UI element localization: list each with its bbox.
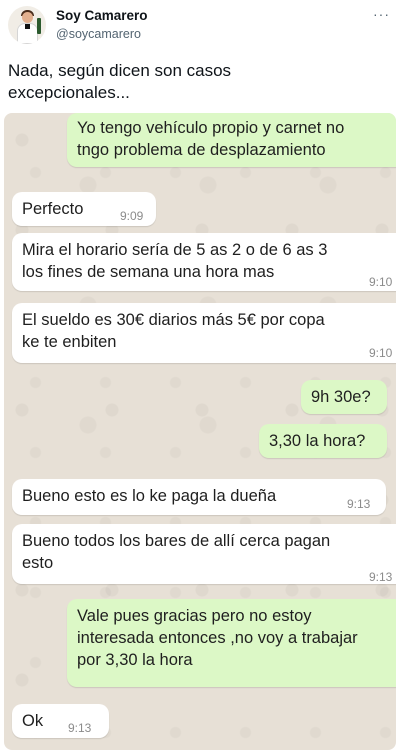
message-text: 3,30 la hora? — [269, 432, 366, 450]
chat-message-in: Mira el horario sería de 5 as 2 o de 6 a… — [12, 233, 396, 291]
message-time: 9:09 — [120, 209, 144, 223]
message-text: Mira el horario sería de 5 as 2 o de 6 a… — [22, 241, 328, 281]
chat-message-out: 3,30 la hora? — [259, 424, 387, 458]
chat-message-in: Bueno todos los bares de allí cerca paga… — [12, 524, 396, 584]
message-time: 9:10 — [369, 275, 393, 289]
message-text: Yo tengo vehículo propio y carnet no tng… — [77, 119, 345, 159]
message-text: 9h 30e? — [311, 388, 371, 406]
message-text: Vale pues gracias pero no estoy interesa… — [77, 607, 358, 669]
message-text: El sueldo es 30€ diarios más 5€ por copa… — [22, 311, 325, 351]
chat-screenshot: Yo tengo vehículo propio y carnet no tng… — [4, 113, 396, 750]
message-time: 9:13 — [369, 570, 393, 584]
tweet-header: Soy Camarero @soycamarero ··· — [0, 0, 400, 52]
message-time: 9:13 — [347, 497, 371, 511]
avatar[interactable] — [8, 6, 46, 44]
author-name[interactable]: Soy Camarero — [56, 8, 148, 23]
author-handle[interactable]: @soycamarero — [56, 27, 141, 41]
chat-message-in: Ok 9:13 — [12, 704, 109, 738]
message-text: Bueno todos los bares de allí cerca paga… — [22, 532, 331, 572]
chat-message-in: El sueldo es 30€ diarios más 5€ por copa… — [12, 303, 396, 363]
chat-message-in: Perfecto 9:09 — [12, 192, 156, 226]
message-text: Bueno esto es lo ke paga la dueña — [22, 487, 277, 505]
chat-message-out: Yo tengo vehículo propio y carnet no tng… — [67, 113, 396, 167]
message-time: 9:10 — [369, 346, 393, 360]
message-time: 9:13 — [68, 721, 92, 735]
more-options-icon[interactable]: ··· — [373, 6, 390, 22]
chat-message-out: 9h 30e? — [301, 380, 387, 414]
tweet-text: Nada, según dicen son casos excepcionale… — [8, 61, 232, 102]
chat-message-in: Bueno esto es lo ke paga la dueña 9:13 — [12, 479, 386, 515]
chat-message-out: Vale pues gracias pero no estoy interesa… — [67, 599, 396, 687]
